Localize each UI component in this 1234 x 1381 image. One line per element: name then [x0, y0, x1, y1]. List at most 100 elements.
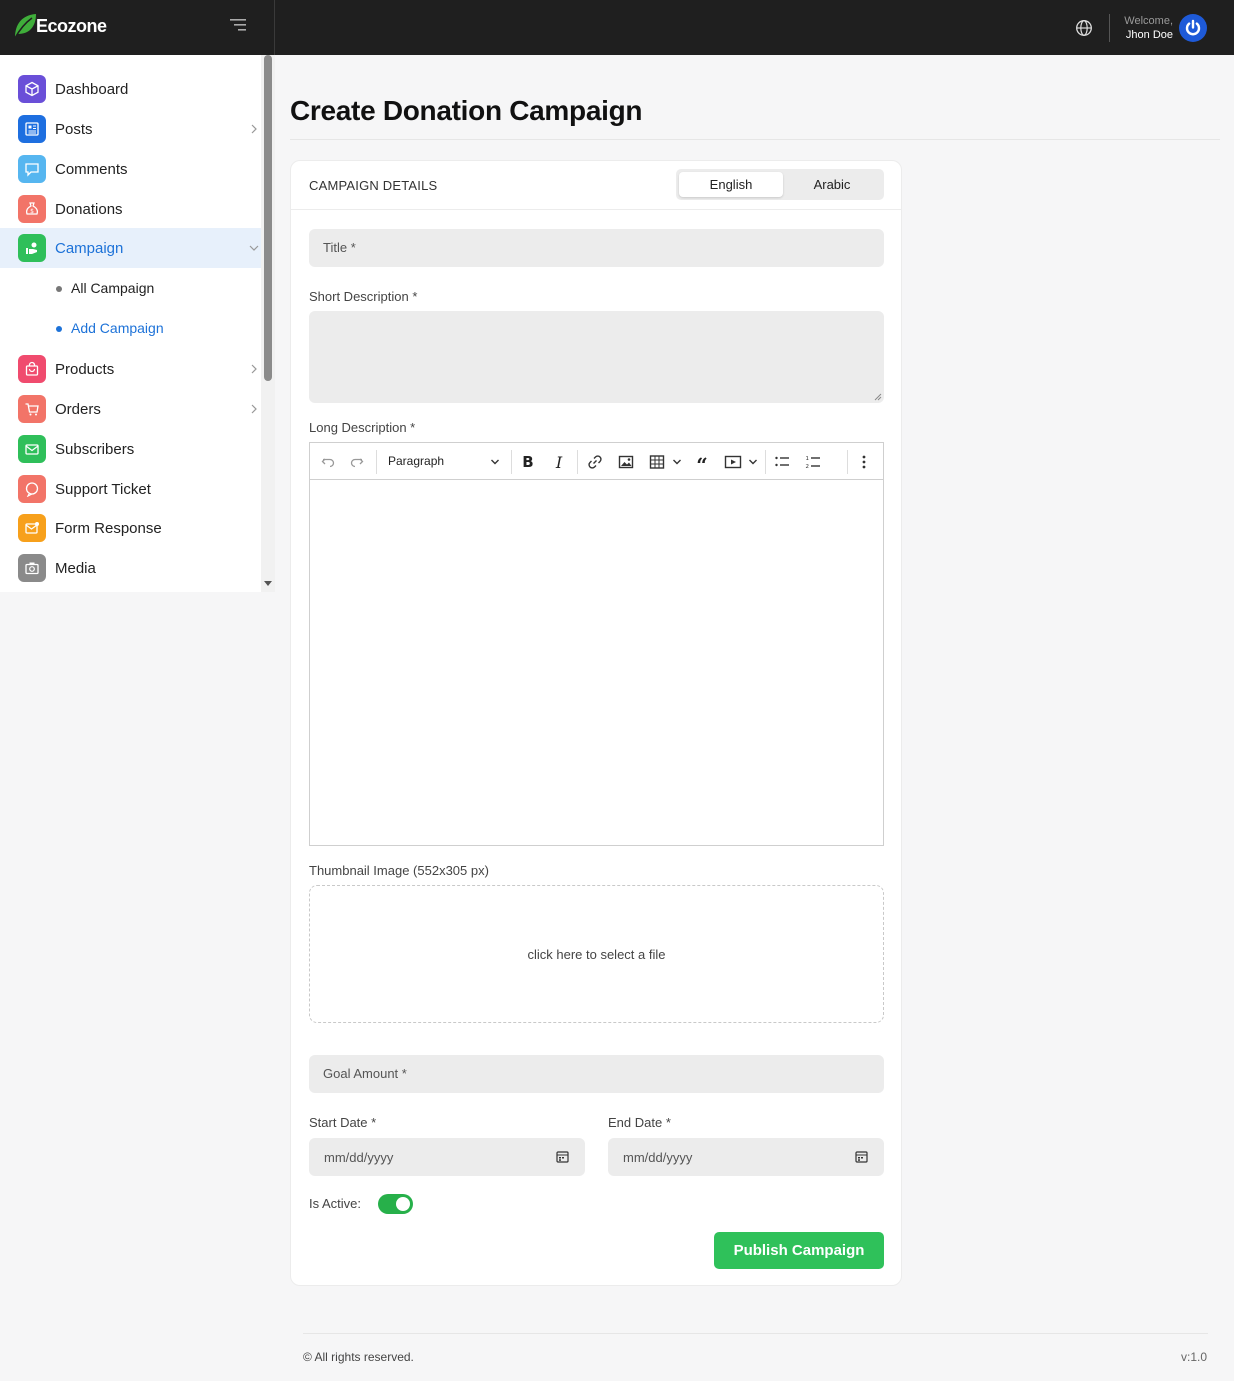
start-date-placeholder: mm/dd/yyyy — [324, 1150, 394, 1165]
sidebar-item-label: Campaign — [55, 239, 124, 257]
header-divider — [1109, 13, 1111, 42]
short-description-textarea[interactable] — [309, 311, 884, 403]
sidebar-item-dashboard[interactable]: Dashboard — [0, 69, 261, 109]
link-icon[interactable] — [585, 452, 605, 472]
is-active-label: Is Active: — [309, 1196, 362, 1211]
version-text: v:1.0 — [1180, 1350, 1207, 1364]
start-date-label: Start Date * — [309, 1115, 377, 1130]
chevron-down-icon[interactable] — [667, 452, 687, 472]
hand-heart-icon — [18, 234, 46, 262]
cart-icon — [18, 395, 46, 423]
publish-campaign-button[interactable]: Publish Campaign — [714, 1232, 884, 1269]
undo-icon[interactable] — [318, 452, 338, 472]
toggle-knob — [396, 1197, 410, 1211]
chevron-right-icon — [251, 124, 257, 134]
sidebar-item-label: Subscribers — [55, 440, 135, 458]
camera-icon — [18, 554, 46, 582]
is-active-toggle[interactable] — [378, 1194, 413, 1214]
chevron-right-icon — [251, 364, 257, 374]
brand-name: Ecozone — [36, 15, 107, 36]
italic-icon[interactable]: I — [549, 452, 569, 472]
bold-icon[interactable]: B — [518, 452, 538, 472]
media-embed-icon[interactable] — [723, 452, 743, 472]
scroll-down-arrow-icon[interactable] — [264, 581, 272, 586]
end-date-label: End Date * — [608, 1115, 671, 1130]
sidebar-item-comments[interactable]: Comments — [0, 149, 261, 189]
goal-amount-input[interactable]: Goal Amount * — [309, 1055, 884, 1093]
thumbnail-label: Thumbnail Image (552x305 px) — [309, 863, 489, 878]
sidebar-subitem-label: All Campaign — [71, 280, 155, 296]
sidebar-subitem-add-campaign[interactable]: Add Campaign — [0, 308, 261, 348]
sidebar-item-form-response[interactable]: Form Response — [0, 508, 261, 548]
more-options-icon[interactable] — [854, 452, 874, 472]
sidebar-item-orders[interactable]: Orders — [0, 389, 261, 429]
title-divider — [290, 139, 1220, 140]
quote-icon[interactable]: “ — [692, 452, 712, 477]
brand-area: Ecozone — [0, 0, 275, 55]
section-title: CAMPAIGN DETAILS — [309, 178, 438, 193]
image-icon[interactable] — [616, 452, 636, 472]
menu-toggle-icon[interactable] — [228, 18, 252, 38]
svg-text:$: $ — [30, 208, 34, 215]
editor-toolbar: Paragraph B I “ 1 2 — [310, 443, 883, 480]
bulleted-list-icon[interactable] — [772, 452, 792, 472]
table-icon[interactable] — [647, 452, 667, 472]
cube-icon — [18, 75, 46, 103]
redo-icon[interactable] — [347, 452, 367, 472]
sidebar-subitem-label: Add Campaign — [71, 320, 164, 336]
scrollbar-thumb[interactable] — [264, 55, 272, 381]
sidebar-item-subscribers[interactable]: Subscribers — [0, 429, 261, 469]
sidebar-item-support-ticket[interactable]: Support Ticket — [0, 469, 261, 509]
toolbar-divider — [765, 450, 766, 474]
bullet-icon — [56, 286, 62, 292]
toolbar-divider — [511, 450, 512, 474]
toolbar-divider — [376, 450, 377, 474]
bullet-icon — [56, 326, 62, 332]
sidebar-item-label: Support Ticket — [55, 480, 151, 498]
tab-arabic[interactable]: Arabic — [780, 172, 884, 197]
campaign-form-card: CAMPAIGN DETAILS English Arabic Title * … — [290, 160, 902, 1286]
sidebar-subitem-all-campaign[interactable]: All Campaign — [0, 268, 261, 308]
calendar-icon[interactable] — [556, 1150, 569, 1163]
user-greeting: Welcome, Jhon Doe — [1124, 14, 1173, 42]
sidebar-item-label: Media — [55, 559, 96, 577]
rich-text-editor: Paragraph B I “ 1 2 — [309, 442, 884, 846]
sidebar-item-label: Posts — [55, 120, 93, 138]
support-icon — [18, 475, 46, 503]
start-date-input[interactable]: mm/dd/yyyy — [309, 1138, 585, 1176]
sidebar-item-donations[interactable]: $ Donations — [0, 189, 261, 229]
numbered-list-icon[interactable]: 12 — [803, 452, 823, 472]
sidebar-item-campaign[interactable]: Campaign — [0, 228, 261, 268]
goal-amount-placeholder: Goal Amount * — [323, 1066, 407, 1081]
resize-handle-icon[interactable] — [874, 393, 882, 401]
chevron-down-icon — [249, 245, 259, 251]
chevron-down-icon[interactable] — [485, 452, 505, 472]
power-icon[interactable] — [1179, 13, 1207, 42]
chevron-down-icon[interactable] — [743, 452, 763, 472]
long-description-label: Long Description * — [309, 420, 416, 435]
sidebar-item-products[interactable]: Products — [0, 349, 261, 389]
sidebar-item-posts[interactable]: Posts — [0, 109, 261, 149]
sidebar-scrollbar[interactable] — [261, 55, 275, 592]
globe-icon[interactable] — [1075, 19, 1093, 37]
welcome-text: Welcome, — [1124, 14, 1173, 27]
dropzone-text: click here to select a file — [527, 947, 666, 962]
logo[interactable]: Ecozone — [12, 12, 107, 40]
language-switcher: English Arabic — [676, 169, 884, 200]
end-date-input[interactable]: mm/dd/yyyy — [608, 1138, 884, 1176]
editor-content-area[interactable] — [310, 481, 883, 845]
svg-text:2: 2 — [806, 464, 810, 470]
block-format-dropdown[interactable]: Paragraph — [388, 454, 444, 468]
calendar-icon[interactable] — [855, 1150, 868, 1163]
title-input[interactable]: Title * — [309, 229, 884, 267]
mail-notify-icon — [18, 514, 46, 542]
tab-english[interactable]: English — [679, 172, 783, 197]
card-header: CAMPAIGN DETAILS English Arabic — [291, 161, 901, 210]
thumbnail-dropzone[interactable]: click here to select a file — [309, 885, 884, 1023]
chat-icon — [18, 155, 46, 183]
sidebar-item-label: Form Response — [55, 519, 162, 537]
sidebar-item-label: Donations — [55, 200, 123, 218]
sidebar-item-label: Orders — [55, 400, 101, 418]
sidebar-item-media[interactable]: Media — [0, 548, 261, 588]
end-date-placeholder: mm/dd/yyyy — [623, 1150, 693, 1165]
